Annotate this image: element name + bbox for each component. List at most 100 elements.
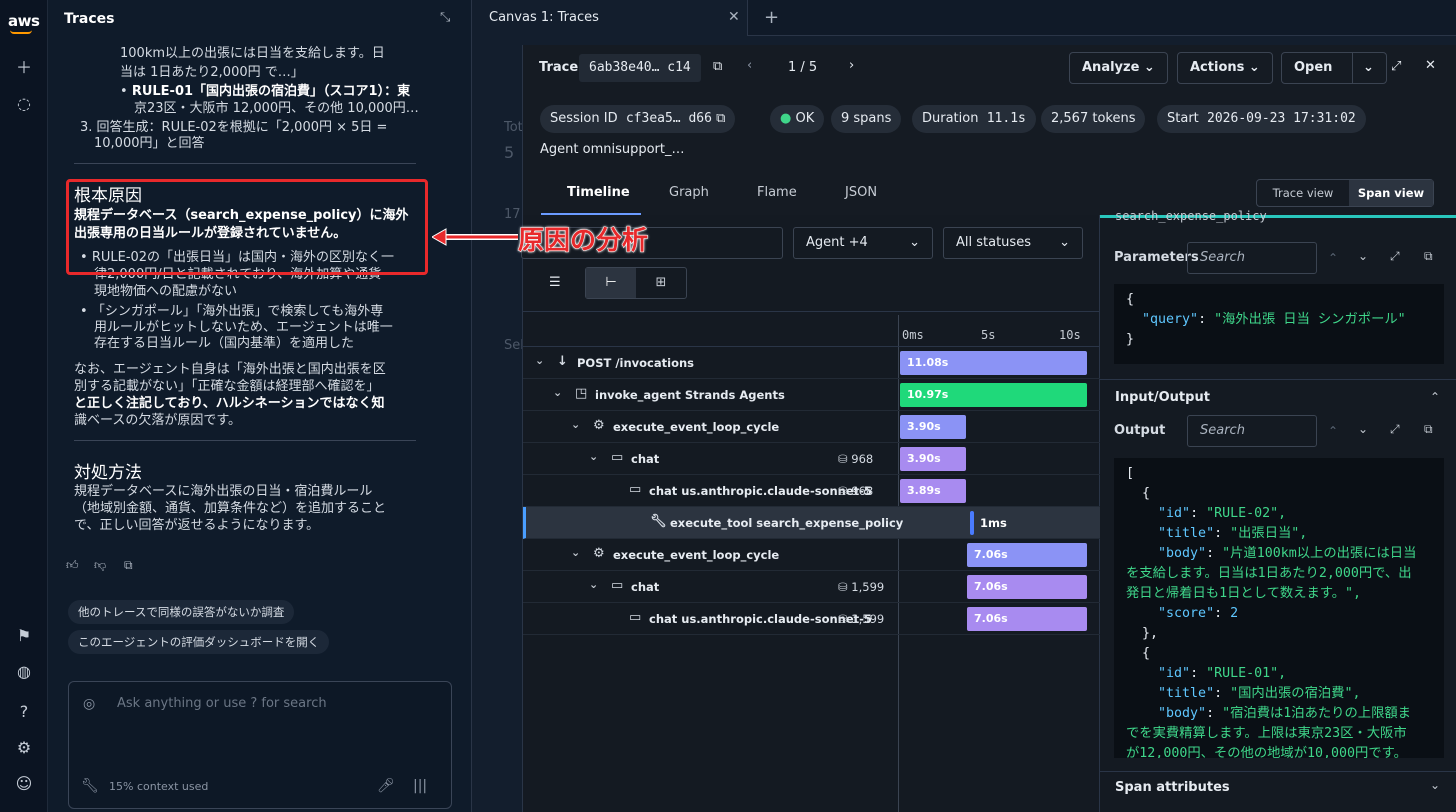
assistant-icon: ◎ [83, 696, 96, 712]
parameters-json: { "query": "海外出張 日当 シンガポール" } [1114, 284, 1444, 364]
token-count: ⛁ 1,599 [838, 612, 885, 626]
span-name-fragment: search_expense_policy [1115, 209, 1267, 223]
tab-flame[interactable]: Flame [757, 185, 797, 200]
collapse-all-icon[interactable]: ☰ [549, 275, 561, 290]
parameters-search[interactable]: Search [1187, 242, 1317, 274]
flag-icon[interactable]: ⚑ [12, 624, 36, 648]
help-icon[interactable]: ? [12, 700, 36, 724]
copy-icon[interactable]: ⧉ [1424, 249, 1433, 264]
copy-icon[interactable]: ⧉ [713, 59, 722, 74]
span-row[interactable]: ⌄ ⚙ execute_event_loop_cycle 7.06s [523, 539, 1100, 571]
chevron-down-icon[interactable]: ⌄ [1358, 422, 1368, 436]
annotation-callout: 原因の分析 [517, 226, 649, 257]
chevron-down-icon[interactable]: ⌄ [1358, 249, 1368, 263]
span-row[interactable]: ⌄ ⚙ execute_event_loop_cycle 3.90s [523, 411, 1100, 443]
chat-text-line: 当は 1日あたり2,000円 で…」 [120, 65, 304, 80]
span-details: search_expense_policy Parameters Search … [1100, 209, 1456, 812]
agent-filter[interactable]: Agent +4 ⌄ [793, 227, 933, 259]
highlight-box [66, 179, 428, 275]
wrench-icon[interactable]: 🔧︎ [81, 778, 99, 794]
chevron-up-icon[interactable]: ⌃ [1430, 390, 1440, 404]
thumbs-down-icon[interactable]: 👎︎ [94, 558, 106, 573]
span-row[interactable]: ⌄ ▭ chat ⛁ 968 3.90s [523, 443, 1100, 475]
span-bar: 3.90s [900, 415, 966, 439]
close-icon[interactable]: ✕ [728, 9, 740, 25]
span-duration: 7.06s [974, 580, 1008, 593]
suggestion-chip[interactable]: このエージェントの評価ダッシュボードを開く [68, 630, 330, 654]
timeline: Agent +4 ⌄ All statuses ⌄ ☰ ⊢ ⊞ 0ms 5s 10s… [521, 215, 1100, 812]
copy-icon[interactable]: ⧉ [1424, 422, 1433, 437]
user-icon[interactable]: ☺ [12, 772, 36, 796]
expand-icon[interactable]: ⤢ [1390, 422, 1400, 437]
next-icon[interactable]: › [849, 58, 854, 73]
chevron-down-icon[interactable]: ⌄ [589, 450, 598, 463]
bg-text: Sel [504, 338, 524, 353]
analyze-button[interactable]: Analyze ⌄ [1069, 52, 1168, 84]
tree-icon[interactable]: ⊢ [586, 268, 636, 298]
waveform-icon[interactable]: ||| [413, 778, 427, 794]
tab-graph[interactable]: Graph [669, 185, 709, 200]
chevron-up-icon[interactable]: ⌃ [1328, 424, 1338, 438]
actions-button[interactable]: Actions ⌄ [1177, 52, 1273, 84]
json-line: "id": "RULE-02", [1158, 506, 1287, 521]
suggestion-chip[interactable]: 他のトレースで同様の誤答がないか調査 [68, 600, 295, 624]
trace-view-button[interactable]: Trace view [1257, 180, 1349, 206]
chevron-down-icon[interactable]: ⌄ [535, 354, 544, 367]
json-line: "body": "宿泊費は1泊あたりの上限額ま [1158, 706, 1411, 721]
tab-timeline[interactable]: Timeline [567, 185, 630, 200]
span-type-icon: ⚙ [593, 418, 605, 433]
span-name: invoke_agent Strands Agents [595, 388, 785, 402]
planet-icon[interactable]: ◍ [12, 660, 36, 684]
span-row[interactable]: ▭ chat us.anthropic.claude-sonnet-5 ⛁ 968 3… [523, 475, 1100, 507]
output-search[interactable]: Search [1187, 415, 1317, 447]
collapse-icon[interactable]: ⤡ [440, 10, 450, 25]
chevron-down-icon[interactable]: ⌄ [571, 418, 580, 431]
span-view-button[interactable]: Span view [1349, 180, 1433, 206]
status-filter[interactable]: All statuses ⌄ [943, 227, 1083, 259]
add-tab-icon[interactable]: + [764, 7, 779, 28]
chat-icon[interactable]: ◌ [12, 92, 36, 116]
span-name: chat [631, 580, 660, 594]
chevron-up-icon[interactable]: ⌃ [1328, 251, 1338, 265]
copy-icon[interactable]: ⧉ [124, 558, 133, 573]
json-line: { [1126, 646, 1151, 661]
chevron-down-icon[interactable]: ⌄ [571, 546, 580, 559]
open-button[interactable]: Open ⌄ [1281, 52, 1387, 84]
span-row[interactable]: 🔧︎ execute_tool search_expense_policy 1ms [523, 507, 1100, 539]
io-section-header[interactable]: Input/Output [1115, 390, 1210, 405]
span-bar: 7.06s [967, 543, 1087, 567]
aws-logo[interactable]: aws [8, 12, 40, 34]
span-bar: 7.06s [967, 575, 1087, 599]
span-row[interactable]: ⌄ ↓ POST /invocations 11.08s [523, 347, 1100, 379]
json-line: "id": "RULE-01", [1158, 666, 1287, 681]
arrow-icon [432, 228, 518, 246]
span-attributes-header[interactable]: Span attributes [1115, 780, 1230, 795]
microphone-icon[interactable]: 🎤︎ [377, 778, 395, 794]
span-row[interactable]: ⌄ ▭ chat ⛁ 1,599 7.06s [523, 571, 1100, 603]
chevron-down-icon[interactable]: ⌄ [589, 578, 598, 591]
expand-icon[interactable]: ⤢ [1391, 59, 1401, 74]
span-bar: 7.06s [967, 607, 1087, 631]
chevron-down-icon[interactable]: ⌄ [553, 386, 562, 399]
tab-canvas-1[interactable]: Canvas 1: Traces ✕ [472, 0, 748, 36]
span-row[interactable]: ⌄ ◳ invoke_agent Strands Agents 10.97s [523, 379, 1100, 411]
chat-input[interactable]: ◎ Ask anything or use ? for search 🔧︎ 15… [68, 681, 452, 809]
bg-text: Tot [504, 120, 523, 135]
thumbs-up-icon[interactable]: 👍︎ [66, 558, 79, 573]
plus-icon[interactable]: ＋ [12, 56, 36, 80]
expand-icon[interactable]: ⤢ [1390, 249, 1400, 264]
canvas-tabs: Canvas 1: Traces ✕ + [472, 0, 1456, 36]
prev-icon[interactable]: ‹ [747, 58, 752, 73]
span-row[interactable]: ▭ chat us.anthropic.claude-sonnet-5 ⛁ 1,59… [523, 603, 1100, 635]
tab-json[interactable]: JSON [845, 185, 877, 200]
close-icon[interactable]: ✕ [1425, 58, 1436, 73]
chevron-down-icon[interactable]: ⌄ [1430, 778, 1440, 792]
view-toggle: Trace view Span view [1256, 179, 1434, 207]
span-type-icon: ▭ [629, 482, 642, 497]
span-duration: 3.89s [907, 484, 941, 497]
gear-icon[interactable]: ⚙ [12, 736, 36, 760]
status-badge: ● OK [770, 105, 825, 133]
grid-icon[interactable]: ⊞ [636, 268, 686, 298]
json-line: }, [1126, 626, 1159, 641]
json-line: でを実費精算します。上限は東京23区・大阪市 [1126, 726, 1407, 741]
